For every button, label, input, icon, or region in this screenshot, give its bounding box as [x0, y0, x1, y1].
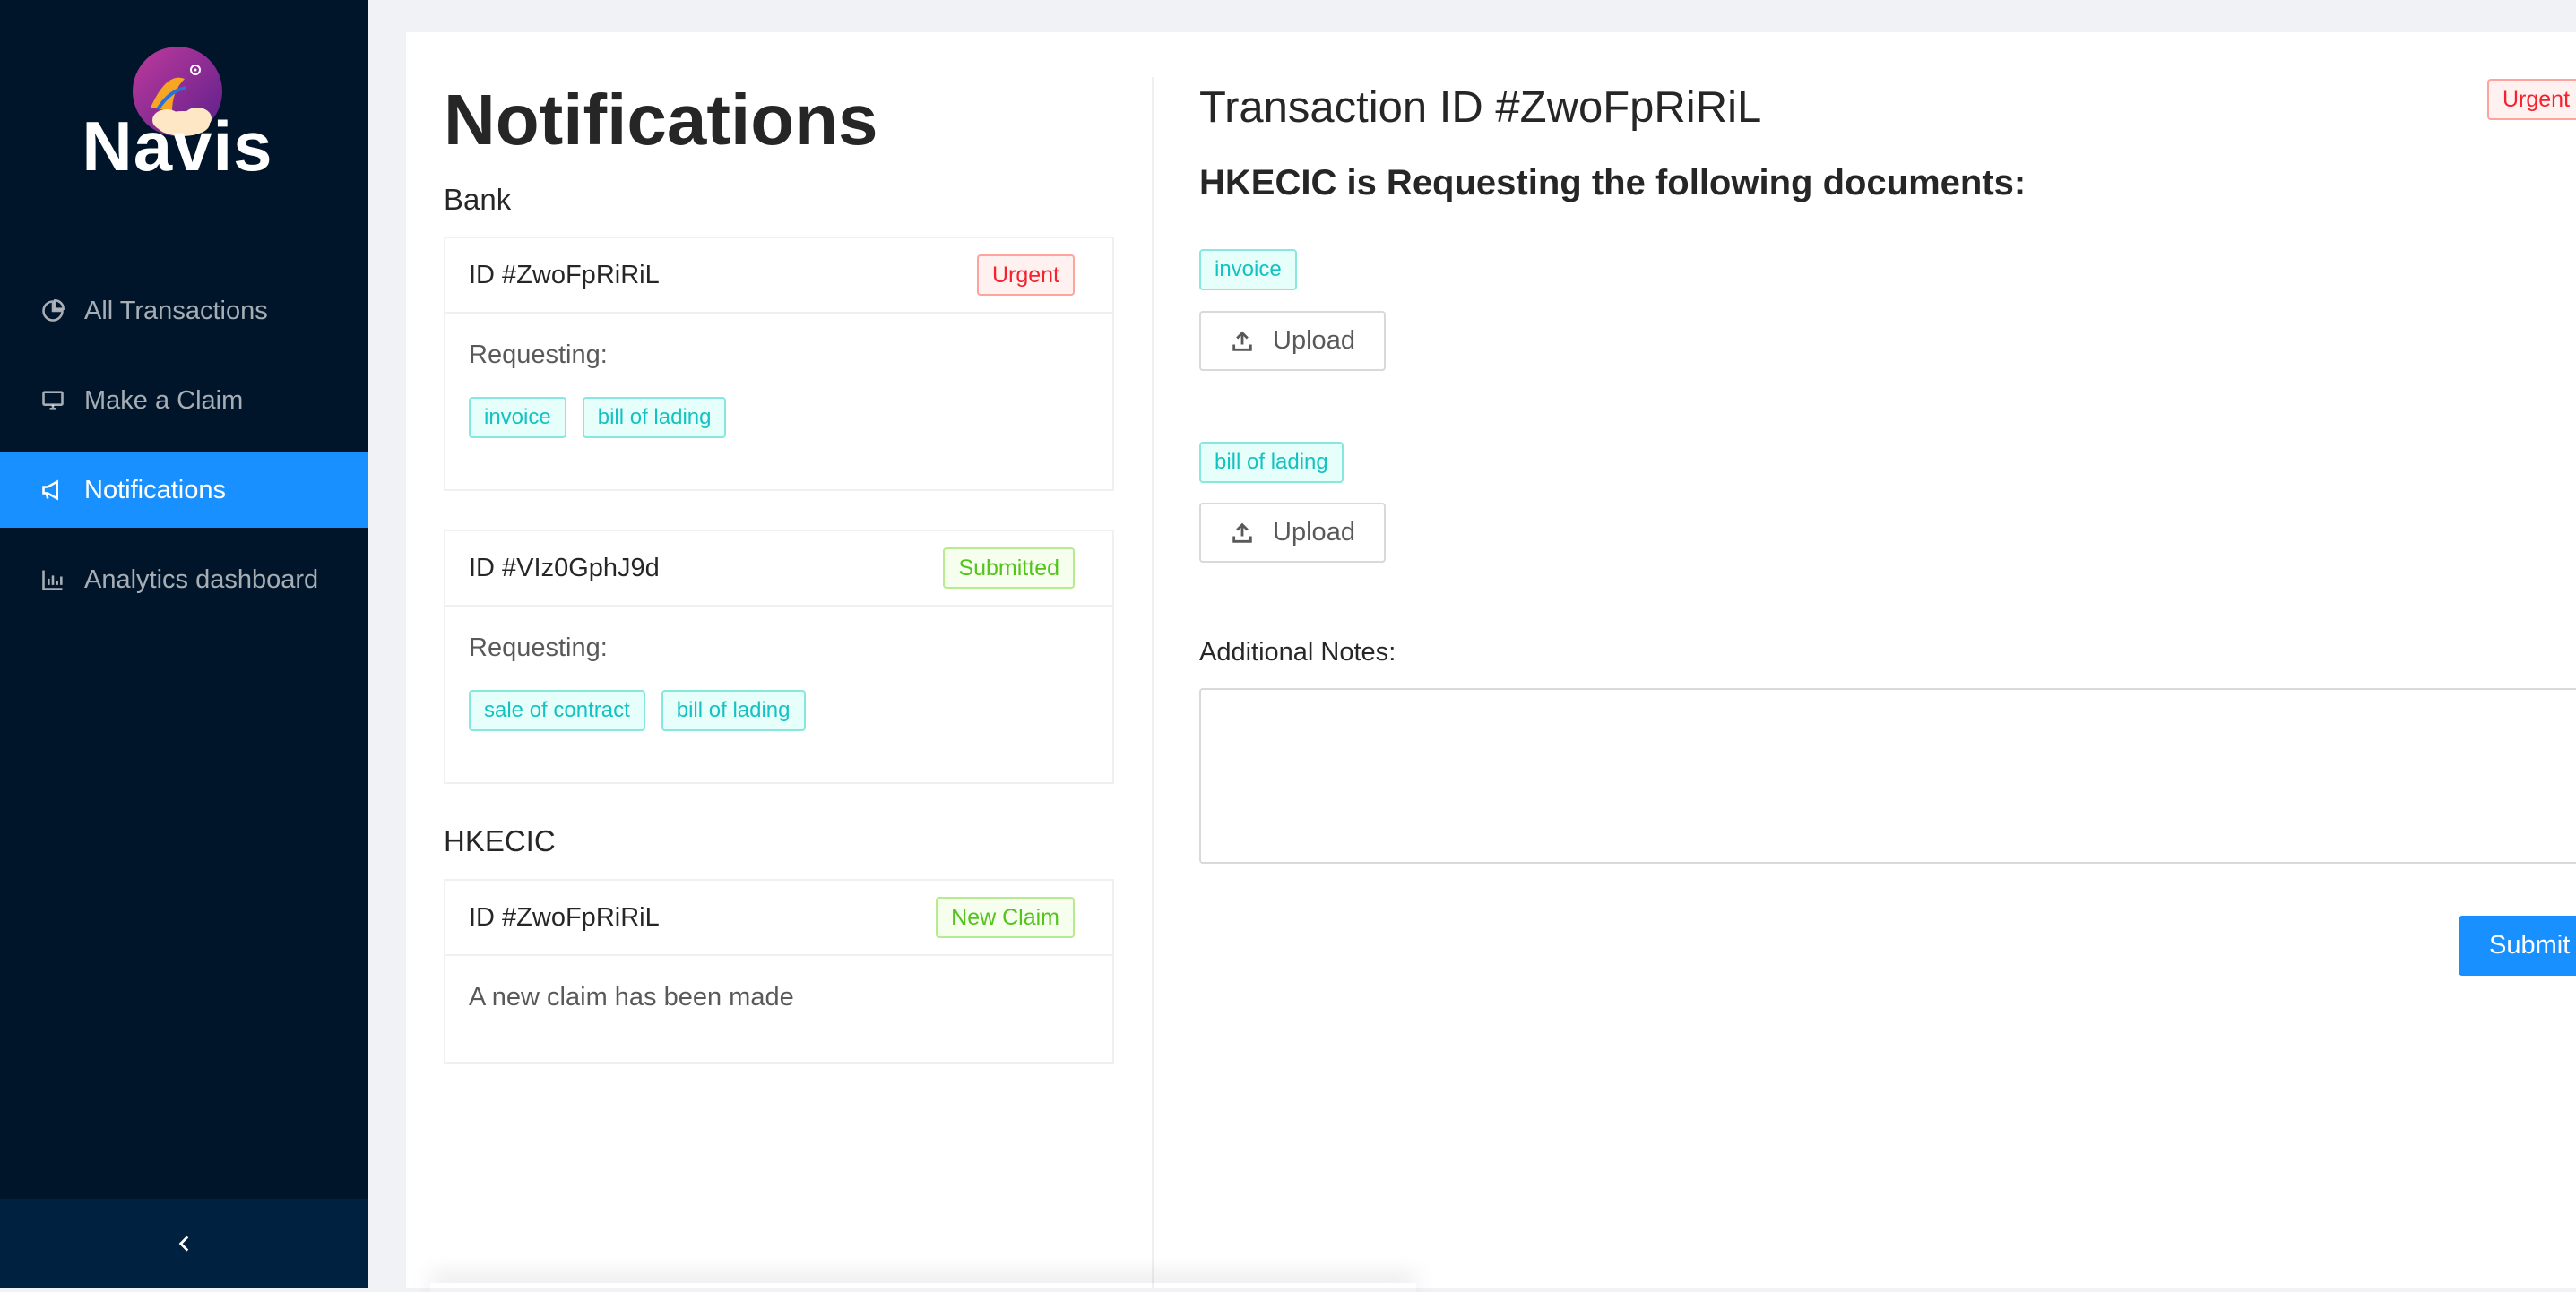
group-title-bank: Bank — [444, 183, 512, 216]
sidebar-item-label: Analytics dashboard — [84, 564, 319, 594]
sidebar-item-notifications[interactable]: Notifications — [0, 452, 368, 528]
notification-icon — [39, 477, 66, 504]
notification-card[interactable]: ID #ZwoFpRiRiL New Claim A new claim has… — [444, 879, 1114, 1064]
vertical-divider — [1152, 77, 1154, 1288]
transaction-id: ID #ZwoFpRiRiL — [469, 902, 660, 932]
notification-card[interactable]: ID #ZwoFpRiRiL Urgent Requesting: invoic… — [444, 237, 1114, 491]
requesting-label: Requesting: — [469, 340, 608, 369]
page-title: Notifications — [444, 80, 878, 159]
additional-notes-input[interactable] — [1199, 688, 2576, 864]
card-header: ID #ZwoFpRiRiL Urgent — [445, 238, 1112, 314]
submit-button[interactable]: Submit — [2459, 916, 2576, 976]
additional-notes-label: Additional Notes: — [1199, 638, 1396, 667]
desktop-icon — [39, 387, 66, 414]
sidebar-item-analytics-dashboard[interactable]: Analytics dashboard — [0, 542, 368, 617]
document-tag: sale of contract — [469, 690, 645, 731]
sidebar-collapse-button[interactable] — [0, 1199, 368, 1288]
card-body: Requesting: invoice bill of lading — [445, 314, 1112, 438]
card-body: Requesting: sale of contract bill of lad… — [445, 607, 1112, 731]
upload-button-label: Upload — [1273, 326, 1355, 355]
status-badge: New Claim — [936, 897, 1075, 938]
status-badge: Submitted — [943, 547, 1075, 589]
document-tag: bill of lading — [661, 690, 806, 731]
document-tags: sale of contract bill of lading — [469, 690, 1089, 731]
notification-message: A new claim has been made — [469, 983, 794, 1012]
detail-title: Transaction ID #ZwoFpRiRiL — [1199, 83, 1762, 132]
notification-card[interactable]: ID #VIz0GphJ9d Submitted Requesting: sal… — [444, 530, 1114, 784]
requesting-label: Requesting: — [469, 633, 608, 662]
sidebar-item-label: Make a Claim — [84, 385, 244, 415]
detail-subtitle: HKECIC is Requesting the following docum… — [1199, 163, 2027, 202]
chevron-left-icon — [178, 1235, 188, 1252]
transaction-id: ID #VIz0GphJ9d — [469, 553, 660, 582]
sidebar-item-all-transactions[interactable]: All Transactions — [0, 273, 368, 349]
card-body: A new claim has been made — [445, 956, 1112, 1012]
upload-bill-of-lading-button[interactable]: Upload — [1199, 503, 1386, 563]
main-content: Notifications Bank ID #ZwoFpRiRiL Urgent… — [406, 32, 2576, 1288]
sidebar-item-label: All Transactions — [84, 296, 268, 325]
sidebar: Navis All Transactions Make a Claim Noti… — [0, 0, 368, 1288]
bar-chart-icon — [39, 566, 66, 593]
brand-name: Navis — [82, 107, 273, 185]
status-badge: Urgent — [976, 254, 1075, 296]
document-tag: bill of lading — [582, 397, 727, 438]
upload-icon — [1232, 522, 1252, 543]
card-header: ID #ZwoFpRiRiL New Claim — [445, 881, 1112, 956]
pie-chart-icon — [39, 297, 66, 324]
document-tags: invoice bill of lading — [469, 397, 1089, 438]
card-header: ID #VIz0GphJ9d Submitted — [445, 531, 1112, 607]
scroll-shadow — [430, 1283, 1416, 1292]
document-tag-bill-of-lading: bill of lading — [1199, 442, 1344, 483]
upload-icon — [1232, 331, 1252, 351]
sidebar-item-label: Notifications — [84, 475, 226, 504]
sidebar-item-make-a-claim[interactable]: Make a Claim — [0, 363, 368, 438]
upload-invoice-button[interactable]: Upload — [1199, 311, 1386, 371]
group-title-hkecic: HKECIC — [444, 824, 556, 857]
transaction-id: ID #ZwoFpRiRiL — [469, 260, 660, 289]
upload-button-label: Upload — [1273, 518, 1355, 547]
document-tag: invoice — [469, 397, 566, 438]
document-tag-invoice: invoice — [1199, 249, 1297, 290]
detail-status-badge: Urgent — [2487, 79, 2576, 120]
